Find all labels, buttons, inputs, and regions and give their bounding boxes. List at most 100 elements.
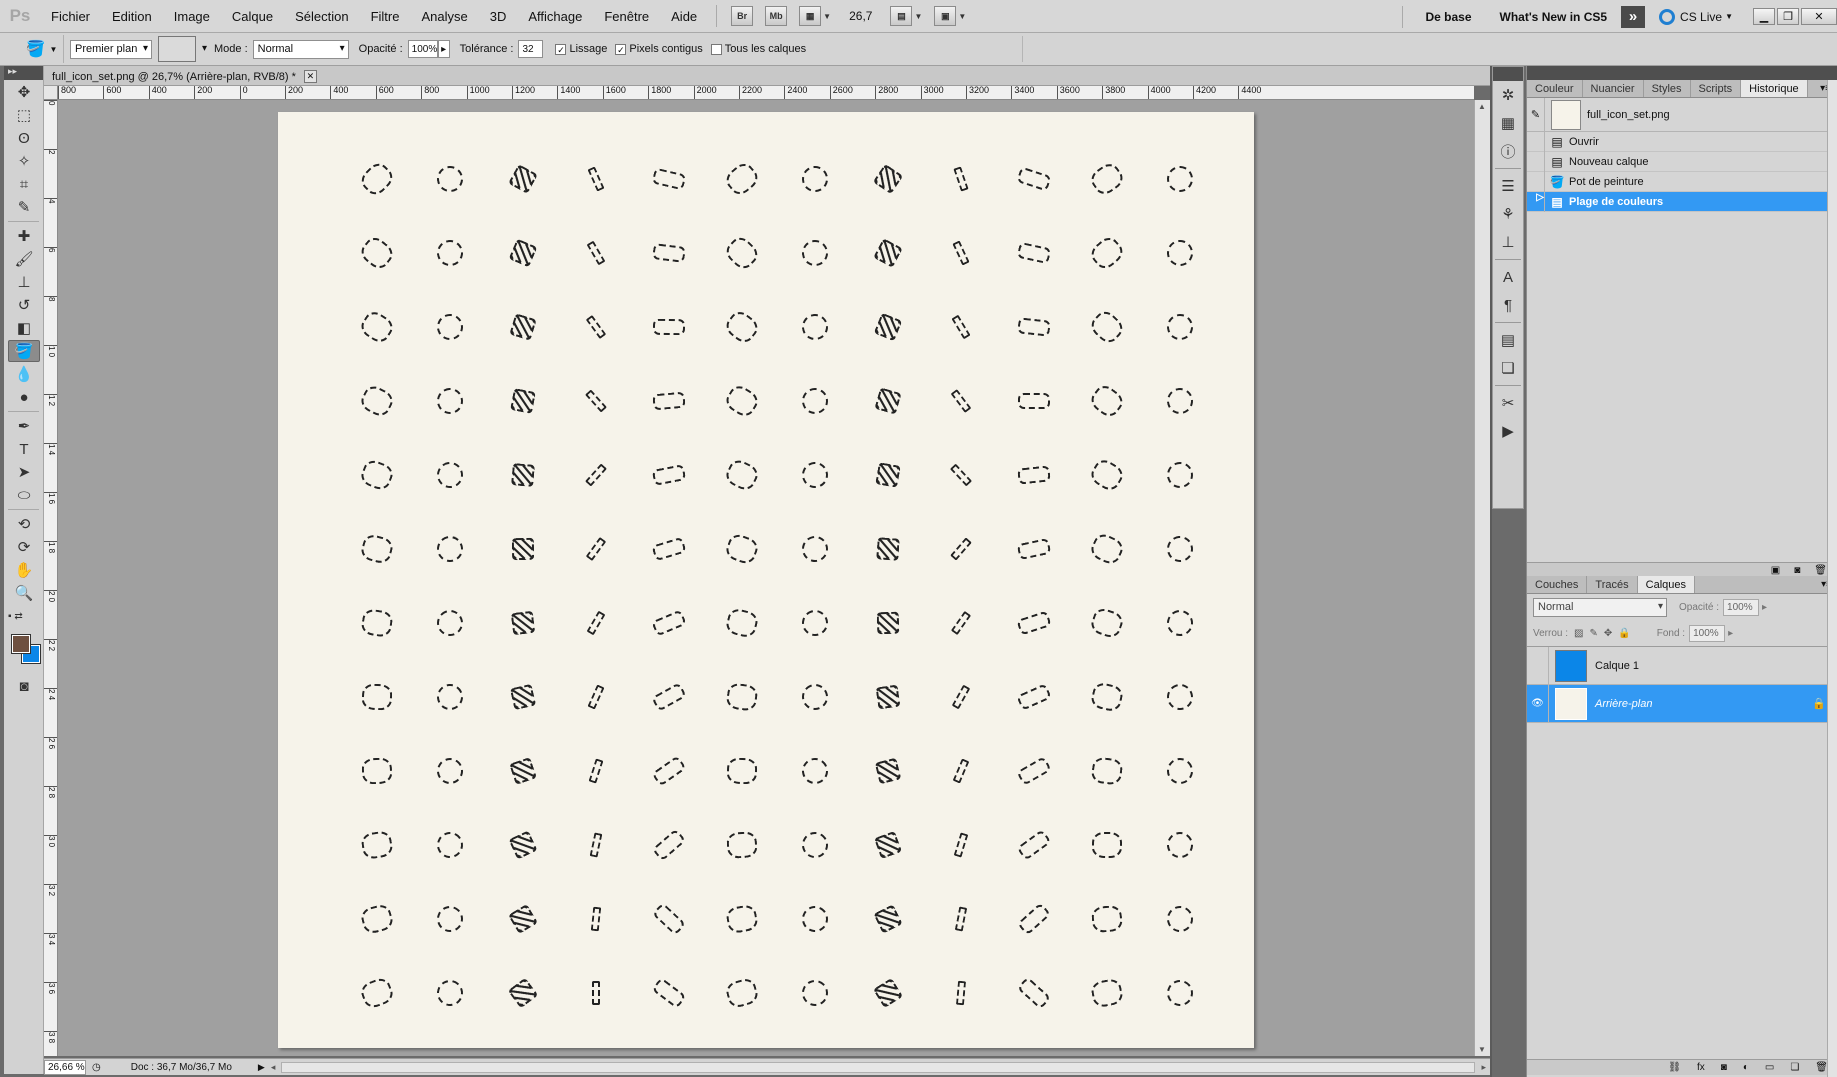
- brush-tool-icon[interactable]: 🖌: [8, 248, 40, 270]
- clone-source-icon[interactable]: ⊥: [1493, 228, 1523, 256]
- history-item[interactable]: ▤ Ouvrir: [1527, 131, 1837, 152]
- tab-couleur[interactable]: Couleur: [1527, 80, 1583, 97]
- lock-position-icon[interactable]: ✥: [1604, 628, 1612, 639]
- menu-aide[interactable]: Aide: [660, 0, 708, 33]
- blur-tool-icon[interactable]: 💧: [8, 363, 40, 385]
- document-canvas[interactable]: [278, 112, 1254, 1048]
- layer-row-arriere-plan[interactable]: 👁 Arrière-plan 🔒: [1527, 684, 1837, 723]
- 3d-panel-icon[interactable]: ✲: [1493, 81, 1523, 109]
- paragraph-icon[interactable]: ¶: [1493, 291, 1523, 319]
- menu-affichage[interactable]: Affichage: [517, 0, 593, 33]
- history-item-active[interactable]: ▷ ▤ Plage de couleurs: [1527, 191, 1837, 212]
- antialias-checkbox[interactable]: ✓ Lissage: [555, 43, 607, 55]
- scroll-up-icon[interactable]: ▲: [1478, 102, 1486, 111]
- menu-analyse[interactable]: Analyse: [410, 0, 478, 33]
- menu-calque[interactable]: Calque: [221, 0, 284, 33]
- maximize-button[interactable]: ❐: [1777, 8, 1799, 25]
- trash-icon[interactable]: 🗑: [1814, 565, 1827, 576]
- status-menu-arrow-icon[interactable]: ▶: [258, 1062, 265, 1073]
- adjustment-layer-icon[interactable]: ◐: [1743, 1062, 1749, 1073]
- bridge-button[interactable]: Br: [731, 6, 754, 26]
- zoom-tool-icon[interactable]: 🔍: [8, 582, 40, 604]
- fill-input[interactable]: 100%: [1689, 624, 1726, 642]
- 3d-orbit-tool-icon[interactable]: ⟳: [8, 536, 40, 558]
- menu-edition[interactable]: Edition: [101, 0, 163, 33]
- foreground-color-swatch[interactable]: [11, 634, 31, 654]
- chevron-right-icon[interactable]: ▸: [1762, 602, 1767, 613]
- crop-tool-icon[interactable]: ⌗: [8, 173, 40, 195]
- info-icon[interactable]: ⓘ: [1493, 137, 1523, 165]
- hand-tool-icon[interactable]: ✋: [8, 559, 40, 581]
- chevron-down-icon[interactable]: ▼: [823, 12, 831, 21]
- tools-panel-header[interactable]: ▸▸: [4, 66, 43, 80]
- chevron-down-icon[interactable]: ▼: [958, 12, 966, 21]
- fill-source-select[interactable]: Premier plan: [70, 39, 152, 59]
- layer-mask-icon[interactable]: ◙: [1721, 1062, 1727, 1073]
- move-tool-icon[interactable]: ✥: [8, 81, 40, 103]
- new-layer-icon[interactable]: ❏: [1790, 1062, 1799, 1073]
- workspace-base[interactable]: De base: [1411, 10, 1485, 24]
- layer-row-calque-1[interactable]: Calque 1: [1527, 646, 1837, 685]
- layer-name[interactable]: Calque 1: [1595, 660, 1639, 672]
- adjustments-icon[interactable]: ☰: [1493, 172, 1523, 200]
- link-layers-icon[interactable]: ⛓: [1668, 1062, 1681, 1073]
- tab-nuancier[interactable]: Nuancier: [1583, 80, 1644, 97]
- status-zoom-input[interactable]: 26,66 %: [44, 1059, 86, 1075]
- scroll-right-icon[interactable]: ▸: [1481, 1062, 1486, 1073]
- pen-tool-icon[interactable]: ✒: [8, 415, 40, 437]
- status-info-icon[interactable]: ◷: [92, 1062, 101, 1073]
- clone-stamp-tool-icon[interactable]: ⊥: [8, 271, 40, 293]
- chevron-down-icon[interactable]: ▼: [914, 12, 922, 21]
- 3d-rotate-tool-icon[interactable]: ⟲: [8, 513, 40, 535]
- tolerance-input[interactable]: 32: [518, 40, 544, 58]
- layer-comps-icon[interactable]: ❏: [1493, 354, 1523, 382]
- path-selection-tool-icon[interactable]: ➤: [8, 461, 40, 483]
- lock-transparency-icon[interactable]: ▨: [1574, 628, 1583, 639]
- marquee-tool-icon[interactable]: ⬚: [8, 104, 40, 126]
- menu-image[interactable]: Image: [163, 0, 221, 33]
- new-snapshot-icon[interactable]: ◙: [1794, 565, 1800, 576]
- pattern-picker[interactable]: [158, 36, 207, 62]
- arrange-documents-button[interactable]: ▤: [890, 6, 913, 26]
- new-document-from-state-icon[interactable]: ▣: [1771, 565, 1780, 576]
- panel-scrollbar[interactable]: [1827, 80, 1837, 1077]
- paint-bucket-tool-preset[interactable]: 🪣 ▼: [20, 35, 64, 63]
- history-brush-source-icon[interactable]: ✎: [1527, 97, 1545, 132]
- scroll-left-icon[interactable]: ◂: [271, 1062, 276, 1073]
- menu-selection[interactable]: Sélection: [284, 0, 359, 33]
- menu-fenetre[interactable]: Fenêtre: [593, 0, 660, 33]
- contiguous-checkbox[interactable]: ✓ Pixels contigus: [615, 43, 703, 55]
- lock-all-icon[interactable]: 🔒: [1618, 628, 1630, 639]
- notes-icon[interactable]: ▤: [1493, 326, 1523, 354]
- close-button[interactable]: ✕: [1801, 8, 1837, 25]
- layer-style-icon[interactable]: fx: [1697, 1062, 1705, 1073]
- ellipse-tool-icon[interactable]: ⬭: [8, 484, 40, 506]
- zoom-level[interactable]: 26,7: [837, 9, 884, 23]
- history-brush-tool-icon[interactable]: ↺: [8, 294, 40, 316]
- healing-brush-tool-icon[interactable]: ✚: [8, 225, 40, 247]
- histogram-icon[interactable]: ▦: [1493, 109, 1523, 137]
- brush-presets-icon[interactable]: ⚘: [1493, 200, 1523, 228]
- layer-name[interactable]: Arrière-plan: [1595, 698, 1652, 710]
- tab-couches[interactable]: Couches: [1527, 576, 1588, 593]
- vertical-ruler[interactable]: 0 2 4 6 8 1 0 1 2 1 4 1 6 1 8 2 0 2 2 2 4 2 6 2 8 3 0 3 …: [44, 100, 58, 1056]
- close-tab-icon[interactable]: ✕: [303, 70, 317, 83]
- tab-calques[interactable]: Calques: [1637, 576, 1695, 593]
- tab-historique[interactable]: Historique: [1741, 80, 1808, 97]
- paint-bucket-tool-icon[interactable]: 🪣: [8, 340, 40, 362]
- opacity-slider-button[interactable]: ▸: [437, 40, 450, 58]
- all-layers-checkbox[interactable]: Tous les calques: [710, 43, 806, 55]
- character-icon[interactable]: A: [1493, 263, 1523, 291]
- visibility-toggle[interactable]: [1527, 646, 1549, 685]
- mini-bridge-button[interactable]: Mb: [765, 6, 788, 26]
- swap-colors-icon[interactable]: ▪ ⇄: [8, 605, 40, 627]
- eye-icon[interactable]: 👁: [1527, 684, 1549, 723]
- tab-styles[interactable]: Styles: [1644, 80, 1691, 97]
- history-item[interactable]: ▤ Nouveau calque: [1527, 151, 1837, 172]
- horizontal-ruler[interactable]: 800 600 400 200 0 200 400 600 800 1000 1200 1400 160…: [58, 86, 1474, 100]
- lasso-tool-icon[interactable]: ʘ: [8, 127, 40, 149]
- eyedropper-tool-icon[interactable]: ✎: [8, 196, 40, 218]
- extras-button[interactable]: ▦: [799, 6, 822, 26]
- document-tab[interactable]: full_icon_set.png @ 26,7% (Arrière-plan,…: [44, 66, 1490, 86]
- cs-live-menu[interactable]: CS Live ▼: [1659, 8, 1733, 25]
